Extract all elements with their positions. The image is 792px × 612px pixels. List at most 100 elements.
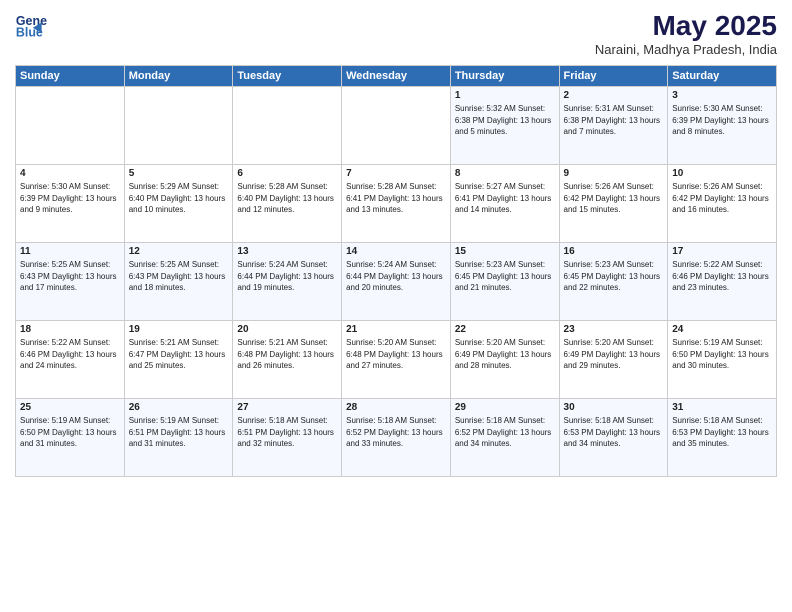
day-number: 10 xyxy=(672,168,772,179)
day-number: 13 xyxy=(237,246,337,257)
day-cell: 25 Sunrise: 5:19 AM Sunset: 6:50 PM Dayli… xyxy=(16,399,125,477)
week-row-2: 4 Sunrise: 5:30 AM Sunset: 6:39 PM Daylig… xyxy=(16,165,777,243)
day-number: 15 xyxy=(455,246,555,257)
day-number: 16 xyxy=(564,246,664,257)
day-info: Sunrise: 5:31 AM Sunset: 6:38 PM Dayligh… xyxy=(564,103,664,138)
day-number: 27 xyxy=(237,402,337,413)
day-cell: 28 Sunrise: 5:18 AM Sunset: 6:52 PM Dayli… xyxy=(342,399,451,477)
day-info: Sunrise: 5:32 AM Sunset: 6:38 PM Dayligh… xyxy=(455,103,555,138)
day-info: Sunrise: 5:18 AM Sunset: 6:52 PM Dayligh… xyxy=(346,415,446,450)
week-row-1: 1 Sunrise: 5:32 AM Sunset: 6:38 PM Daylig… xyxy=(16,87,777,165)
day-number: 4 xyxy=(20,168,120,179)
day-cell: 1 Sunrise: 5:32 AM Sunset: 6:38 PM Daylig… xyxy=(450,87,559,165)
weekday-header-saturday: Saturday xyxy=(668,66,777,87)
day-cell: 23 Sunrise: 5:20 AM Sunset: 6:49 PM Dayli… xyxy=(559,321,668,399)
day-info: Sunrise: 5:20 AM Sunset: 6:49 PM Dayligh… xyxy=(564,337,664,372)
day-info: Sunrise: 5:21 AM Sunset: 6:48 PM Dayligh… xyxy=(237,337,337,372)
day-number: 31 xyxy=(672,402,772,413)
day-info: Sunrise: 5:18 AM Sunset: 6:51 PM Dayligh… xyxy=(237,415,337,450)
day-number: 18 xyxy=(20,324,120,335)
weekday-header-row: SundayMondayTuesdayWednesdayThursdayFrid… xyxy=(16,66,777,87)
day-number: 17 xyxy=(672,246,772,257)
day-cell: 14 Sunrise: 5:24 AM Sunset: 6:44 PM Dayli… xyxy=(342,243,451,321)
day-cell: 31 Sunrise: 5:18 AM Sunset: 6:53 PM Dayli… xyxy=(668,399,777,477)
weekday-header-friday: Friday xyxy=(559,66,668,87)
day-number: 20 xyxy=(237,324,337,335)
logo-icon: General Blue xyxy=(15,10,47,42)
day-cell: 16 Sunrise: 5:23 AM Sunset: 6:45 PM Dayli… xyxy=(559,243,668,321)
day-info: Sunrise: 5:20 AM Sunset: 6:49 PM Dayligh… xyxy=(455,337,555,372)
day-cell: 21 Sunrise: 5:20 AM Sunset: 6:48 PM Dayli… xyxy=(342,321,451,399)
day-cell xyxy=(16,87,125,165)
day-number: 7 xyxy=(346,168,446,179)
day-number: 21 xyxy=(346,324,446,335)
day-number: 19 xyxy=(129,324,229,335)
week-row-5: 25 Sunrise: 5:19 AM Sunset: 6:50 PM Dayli… xyxy=(16,399,777,477)
svg-text:Blue: Blue xyxy=(16,26,43,40)
day-number: 22 xyxy=(455,324,555,335)
day-number: 1 xyxy=(455,90,555,101)
weekday-header-thursday: Thursday xyxy=(450,66,559,87)
weekday-header-sunday: Sunday xyxy=(16,66,125,87)
day-info: Sunrise: 5:26 AM Sunset: 6:42 PM Dayligh… xyxy=(564,181,664,216)
day-cell: 9Sunrise: 5:26 AM Sunset: 6:42 PM Daylig… xyxy=(559,165,668,243)
day-number: 2 xyxy=(564,90,664,101)
day-number: 6 xyxy=(237,168,337,179)
day-number: 8 xyxy=(455,168,555,179)
day-cell: 20 Sunrise: 5:21 AM Sunset: 6:48 PM Dayli… xyxy=(233,321,342,399)
day-number: 25 xyxy=(20,402,120,413)
location: Naraini, Madhya Pradesh, India xyxy=(595,42,777,57)
day-info: Sunrise: 5:30 AM Sunset: 6:39 PM Dayligh… xyxy=(672,103,772,138)
day-info: Sunrise: 5:22 AM Sunset: 6:46 PM Dayligh… xyxy=(20,337,120,372)
day-info: Sunrise: 5:21 AM Sunset: 6:47 PM Dayligh… xyxy=(129,337,229,372)
day-number: 3 xyxy=(672,90,772,101)
day-cell: 30 Sunrise: 5:18 AM Sunset: 6:53 PM Dayli… xyxy=(559,399,668,477)
day-cell: 13 Sunrise: 5:24 AM Sunset: 6:44 PM Dayli… xyxy=(233,243,342,321)
day-cell: 19 Sunrise: 5:21 AM Sunset: 6:47 PM Dayli… xyxy=(124,321,233,399)
day-number: 14 xyxy=(346,246,446,257)
day-cell: 10Sunrise: 5:26 AM Sunset: 6:42 PM Dayli… xyxy=(668,165,777,243)
day-number: 28 xyxy=(346,402,446,413)
day-number: 23 xyxy=(564,324,664,335)
day-cell: 3 Sunrise: 5:30 AM Sunset: 6:39 PM Daylig… xyxy=(668,87,777,165)
week-row-3: 11 Sunrise: 5:25 AM Sunset: 6:43 PM Dayli… xyxy=(16,243,777,321)
day-cell: 15Sunrise: 5:23 AM Sunset: 6:45 PM Dayli… xyxy=(450,243,559,321)
day-cell xyxy=(233,87,342,165)
day-cell: 8 Sunrise: 5:27 AM Sunset: 6:41 PM Daylig… xyxy=(450,165,559,243)
day-number: 24 xyxy=(672,324,772,335)
day-cell xyxy=(342,87,451,165)
day-number: 30 xyxy=(564,402,664,413)
day-cell: 7Sunrise: 5:28 AM Sunset: 6:41 PM Daylig… xyxy=(342,165,451,243)
day-info: Sunrise: 5:22 AM Sunset: 6:46 PM Dayligh… xyxy=(672,259,772,294)
day-cell: 4 Sunrise: 5:30 AM Sunset: 6:39 PM Daylig… xyxy=(16,165,125,243)
day-info: Sunrise: 5:28 AM Sunset: 6:40 PM Dayligh… xyxy=(237,181,337,216)
weekday-header-monday: Monday xyxy=(124,66,233,87)
day-cell: 26Sunrise: 5:19 AM Sunset: 6:51 PM Dayli… xyxy=(124,399,233,477)
day-number: 29 xyxy=(455,402,555,413)
day-info: Sunrise: 5:24 AM Sunset: 6:44 PM Dayligh… xyxy=(237,259,337,294)
day-info: Sunrise: 5:19 AM Sunset: 6:50 PM Dayligh… xyxy=(20,415,120,450)
day-info: Sunrise: 5:24 AM Sunset: 6:44 PM Dayligh… xyxy=(346,259,446,294)
day-number: 26 xyxy=(129,402,229,413)
day-info: Sunrise: 5:27 AM Sunset: 6:41 PM Dayligh… xyxy=(455,181,555,216)
day-cell: 27 Sunrise: 5:18 AM Sunset: 6:51 PM Dayli… xyxy=(233,399,342,477)
day-cell: 5Sunrise: 5:29 AM Sunset: 6:40 PM Daylig… xyxy=(124,165,233,243)
day-info: Sunrise: 5:30 AM Sunset: 6:39 PM Dayligh… xyxy=(20,181,120,216)
day-cell: 11 Sunrise: 5:25 AM Sunset: 6:43 PM Dayli… xyxy=(16,243,125,321)
month-title: May 2025 xyxy=(595,10,777,42)
day-info: Sunrise: 5:25 AM Sunset: 6:43 PM Dayligh… xyxy=(20,259,120,294)
day-info: Sunrise: 5:23 AM Sunset: 6:45 PM Dayligh… xyxy=(564,259,664,294)
day-info: Sunrise: 5:18 AM Sunset: 6:52 PM Dayligh… xyxy=(455,415,555,450)
day-info: Sunrise: 5:18 AM Sunset: 6:53 PM Dayligh… xyxy=(564,415,664,450)
day-info: Sunrise: 5:20 AM Sunset: 6:48 PM Dayligh… xyxy=(346,337,446,372)
day-cell: 22 Sunrise: 5:20 AM Sunset: 6:49 PM Dayli… xyxy=(450,321,559,399)
day-cell: 12Sunrise: 5:25 AM Sunset: 6:43 PM Dayli… xyxy=(124,243,233,321)
day-info: Sunrise: 5:29 AM Sunset: 6:40 PM Dayligh… xyxy=(129,181,229,216)
day-cell: 6 Sunrise: 5:28 AM Sunset: 6:40 PM Daylig… xyxy=(233,165,342,243)
week-row-4: 18 Sunrise: 5:22 AM Sunset: 6:46 PM Dayli… xyxy=(16,321,777,399)
day-number: 11 xyxy=(20,246,120,257)
day-cell: 18 Sunrise: 5:22 AM Sunset: 6:46 PM Dayli… xyxy=(16,321,125,399)
day-info: Sunrise: 5:18 AM Sunset: 6:53 PM Dayligh… xyxy=(672,415,772,450)
calendar-table: SundayMondayTuesdayWednesdayThursdayFrid… xyxy=(15,65,777,477)
logo: General Blue xyxy=(15,10,47,42)
